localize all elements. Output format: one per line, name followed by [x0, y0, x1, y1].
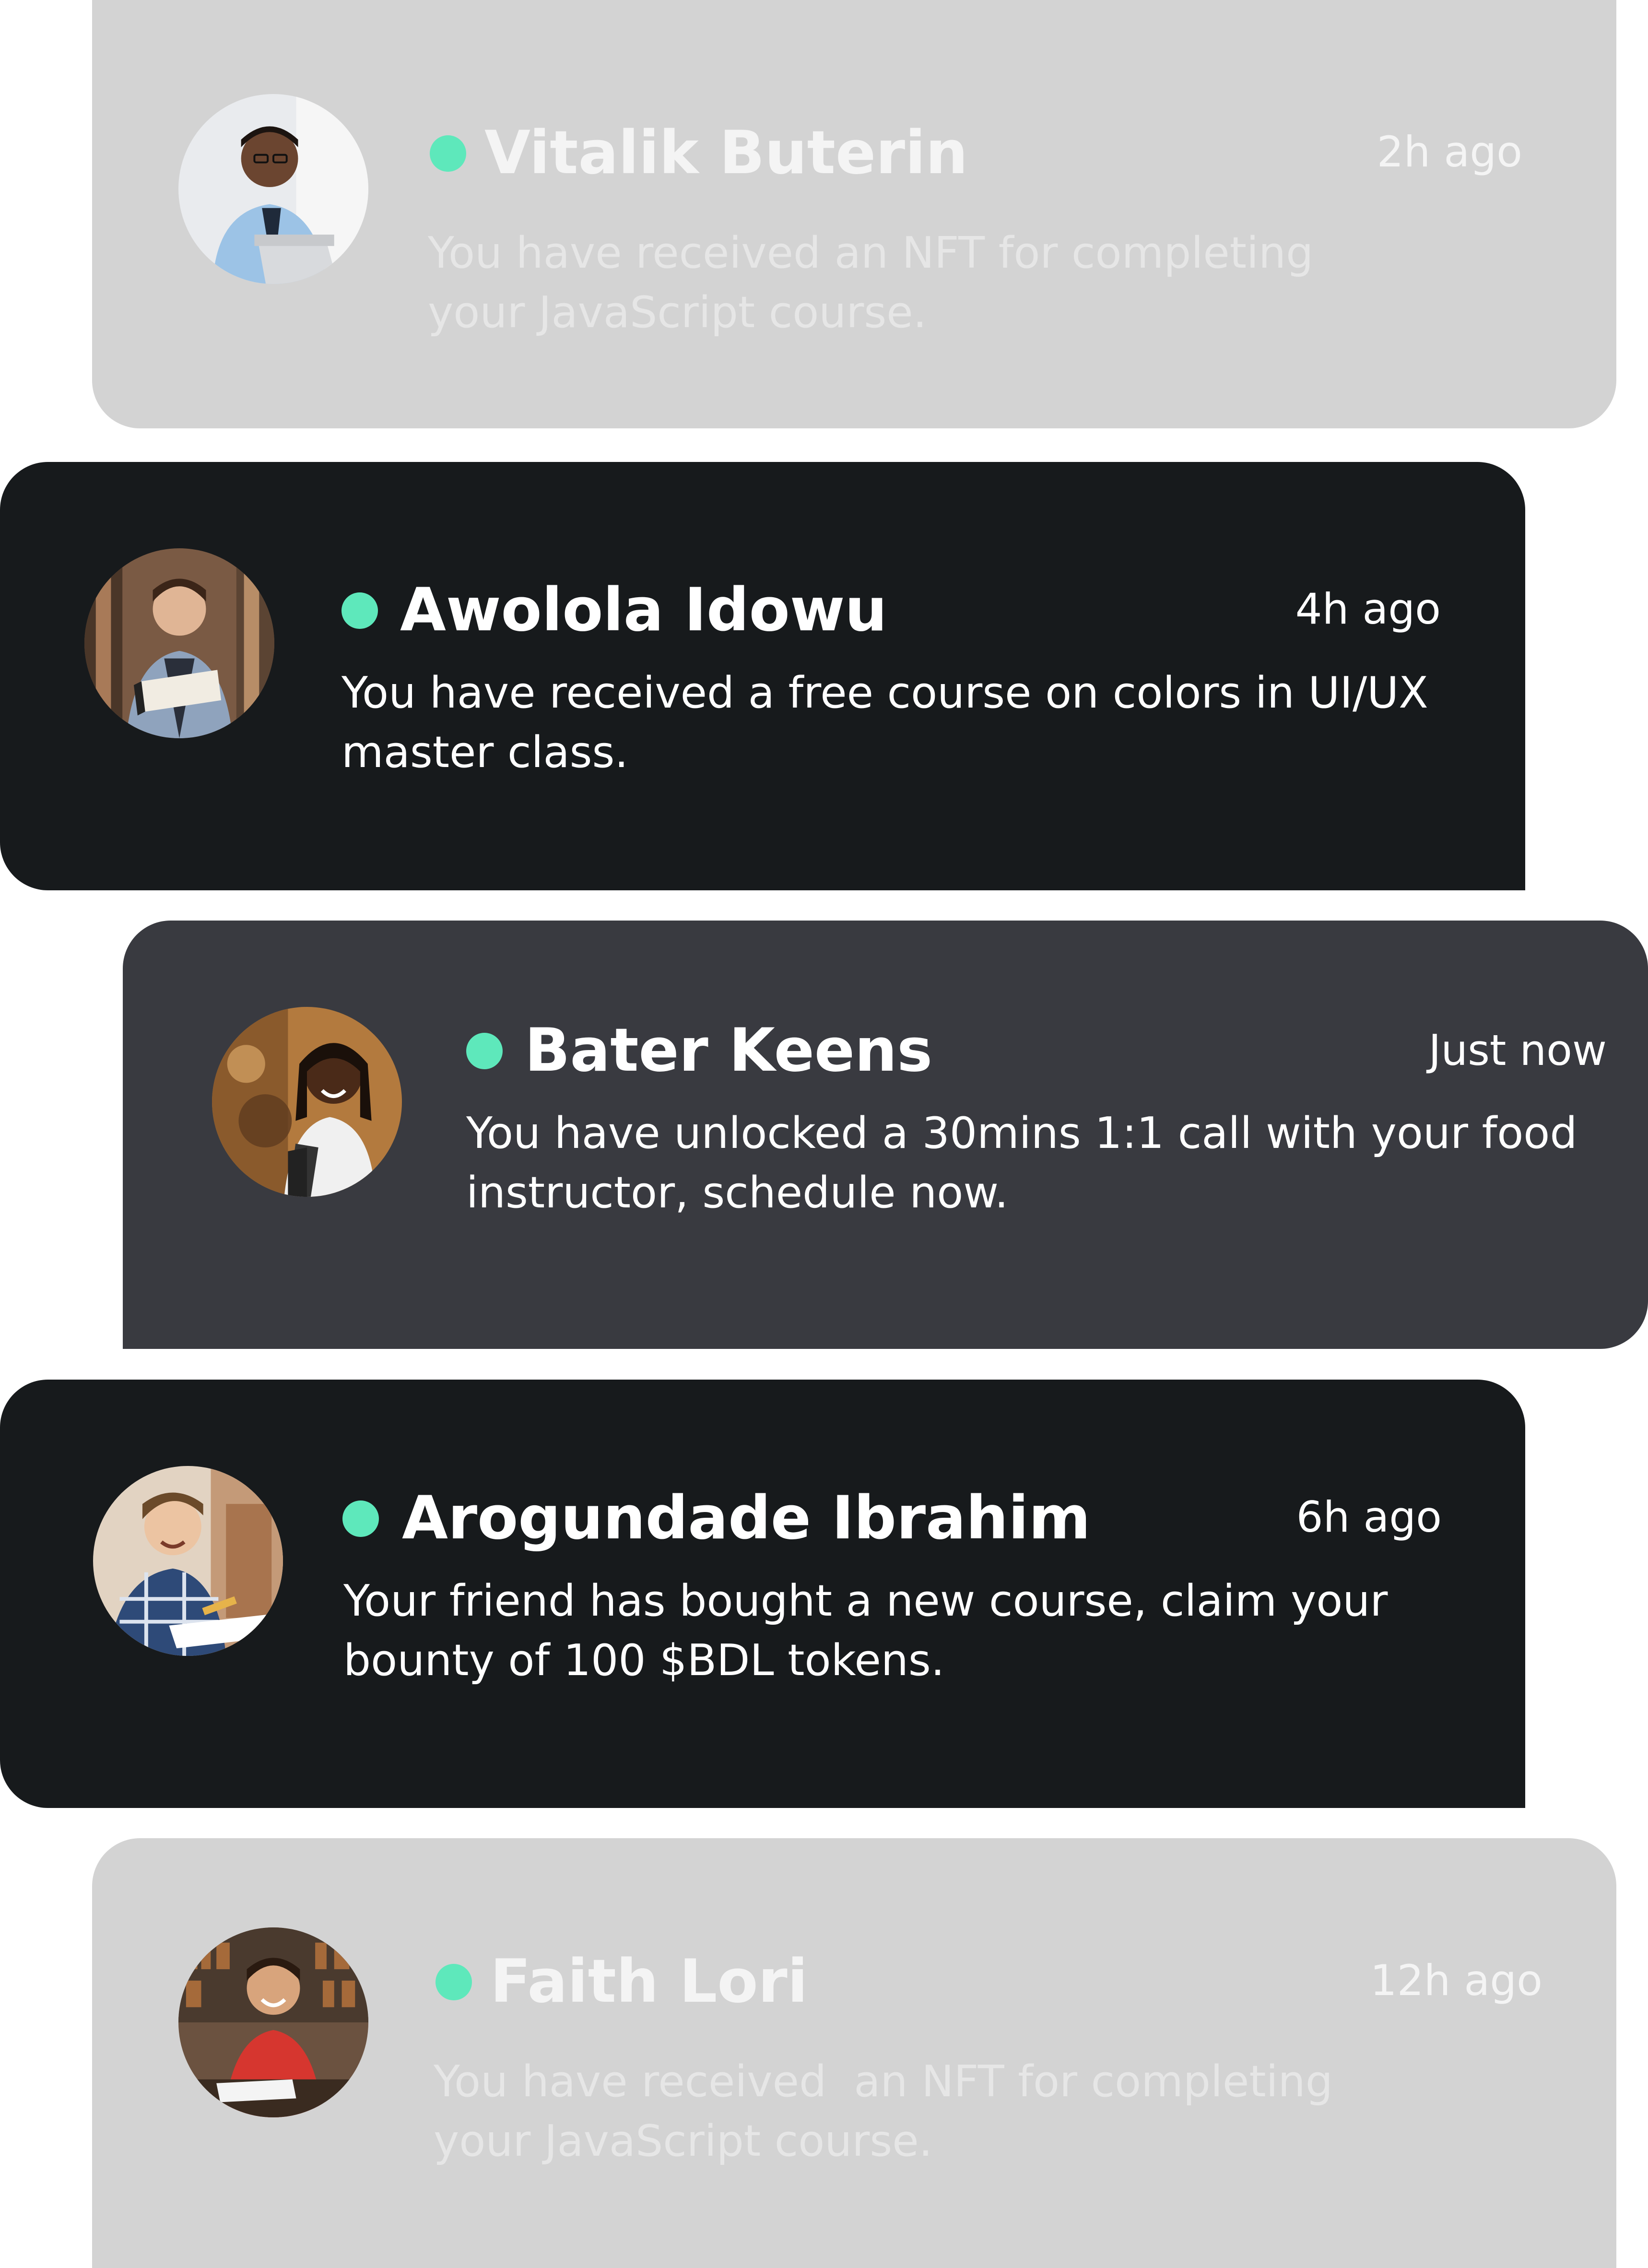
person-photo-icon: [212, 1007, 402, 1197]
timestamp: 6h ago: [1296, 1492, 1442, 1542]
status-dot: [436, 1964, 472, 2000]
message-line: Your friend has bought a new course, cla…: [343, 1576, 1388, 1626]
timestamp: Just now: [1428, 1026, 1607, 1075]
notification-message: Your friend has bought a new course, cla…: [343, 1571, 1495, 1690]
message-line: instructor, schedule now.: [466, 1168, 1009, 1218]
status-dot: [430, 135, 466, 172]
person-photo-icon: [93, 1466, 283, 1656]
notification-card[interactable]: Arogundade Ibrahim 6h ago Your friend ha…: [0, 1380, 1525, 1808]
person-photo-icon: [178, 94, 368, 284]
message-line: You have received an NFT for completing: [428, 228, 1314, 278]
notification-message: You have received an NFT for completing …: [428, 224, 1483, 343]
message-line: master class.: [341, 727, 629, 778]
status-dot: [342, 1500, 379, 1537]
notification-card[interactable]: Faith Lori 12h ago You have received an …: [92, 1838, 1616, 2268]
person-photo-icon: [178, 1927, 368, 2117]
notification-message: You have unlocked a 30mins 1:1 call with…: [466, 1104, 1617, 1223]
message-line: your JavaScript course.: [434, 2116, 933, 2166]
sender-name: Awolola Idowu: [400, 576, 887, 645]
timestamp: 2h ago: [1377, 127, 1522, 177]
sender-name: Arogundade Ibrahim: [402, 1484, 1091, 1553]
avatar: [212, 1007, 402, 1197]
sender-name: Faith Lori: [490, 1947, 808, 2016]
message-line: You have received a free course on color…: [341, 668, 1428, 718]
message-line: bounty of 100 $BDL tokens.: [343, 1635, 945, 1686]
sender-name: Bater Keens: [525, 1016, 933, 1085]
message-line: You have unlocked a 30mins 1:1 call with…: [466, 1108, 1577, 1158]
status-dot: [466, 1033, 503, 1069]
avatar: [178, 1927, 368, 2117]
notification-card[interactable]: Bater Keens Just now You have unlocked a…: [123, 921, 1648, 1349]
timestamp: 12h ago: [1370, 1956, 1542, 2005]
message-line: You have received an NFT for completing: [434, 2056, 1333, 2107]
notification-message: You have received a free course on color…: [341, 663, 1493, 782]
message-line: your JavaScript course.: [428, 287, 927, 338]
person-photo-icon: [84, 548, 274, 738]
notification-card[interactable]: Vitalik Buterin 2h ago You have received…: [92, 0, 1616, 428]
avatar: [84, 548, 274, 738]
notification-card[interactable]: Awolola Idowu 4h ago You have received a…: [0, 462, 1525, 890]
status-dot: [341, 592, 378, 629]
notification-message: You have received an NFT for completing …: [434, 2052, 1489, 2171]
avatar: [178, 94, 368, 284]
sender-name: Vitalik Buterin: [484, 118, 968, 188]
avatar: [93, 1466, 283, 1656]
timestamp: 4h ago: [1295, 584, 1441, 634]
